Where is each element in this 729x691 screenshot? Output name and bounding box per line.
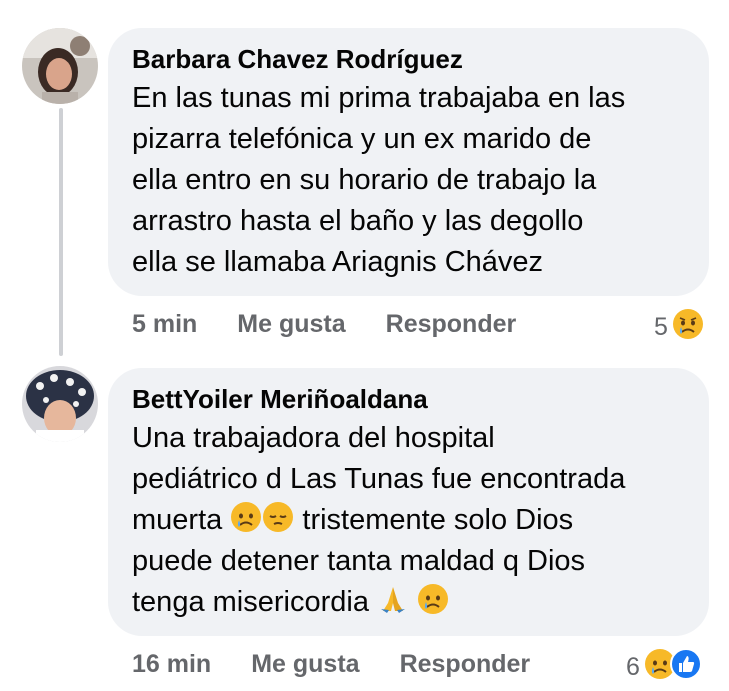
timestamp[interactable]: 5 min xyxy=(132,310,197,339)
reaction-count: 5 xyxy=(654,313,668,341)
reply-button[interactable]: Responder xyxy=(400,650,531,679)
comment-line: muerta tristemente solo Dios xyxy=(132,500,685,541)
comment-text: Una trabajadora del hospital pediátrico … xyxy=(132,418,685,623)
comment-actions: 16 min Me gusta Responder xyxy=(132,650,530,679)
comment-line: ella se llamaba Ariagnis Chávez xyxy=(132,246,544,278)
comment-line: puede detener tanta maldad q Dios xyxy=(132,545,586,577)
comment-line: tenga misericordia xyxy=(132,582,685,623)
sad-face-icon xyxy=(230,501,262,533)
author-name[interactable]: Barbara Chavez Rodríguez xyxy=(132,44,685,74)
like-button[interactable]: Me gusta xyxy=(237,310,345,339)
avatar[interactable] xyxy=(22,366,98,442)
like-thumb-icon xyxy=(669,648,702,687)
sad-face-icon xyxy=(672,308,704,347)
praying-hands-icon xyxy=(377,583,409,615)
comment-actions: 5 min Me gusta Responder xyxy=(132,310,516,339)
reaction-summary[interactable]: 6 xyxy=(626,648,702,687)
comment-bubble: BettYoiler Meriñoaldana Una trabajadora … xyxy=(108,368,709,636)
comment-line: pizarra telefónica y un ex marido de xyxy=(132,123,592,155)
comment-bubble: Barbara Chavez Rodríguez En las tunas mi… xyxy=(108,28,709,296)
comment-line: Una trabajadora del hospital xyxy=(132,422,495,454)
comment-line: arrastro hasta el baño y las degollo xyxy=(132,205,584,237)
reaction-summary[interactable]: 5 xyxy=(654,308,704,347)
thread-line xyxy=(59,108,63,356)
timestamp[interactable]: 16 min xyxy=(132,650,211,679)
like-button[interactable]: Me gusta xyxy=(251,650,359,679)
reply-button[interactable]: Responder xyxy=(386,310,517,339)
avatar[interactable] xyxy=(22,28,98,104)
comment-text: En las tunas mi prima trabajaba en las p… xyxy=(132,78,685,283)
reaction-count: 6 xyxy=(626,653,640,681)
author-name[interactable]: BettYoiler Meriñoaldana xyxy=(132,384,685,414)
comment-line: ella entro en su horario de trabajo la xyxy=(132,164,597,196)
comment-line: pediátrico d Las Tunas fue encontrada xyxy=(132,463,626,495)
pensive-face-icon xyxy=(262,501,294,533)
sad-face-icon xyxy=(417,583,449,615)
comment-line: En las tunas mi prima trabajaba en las xyxy=(132,82,626,114)
